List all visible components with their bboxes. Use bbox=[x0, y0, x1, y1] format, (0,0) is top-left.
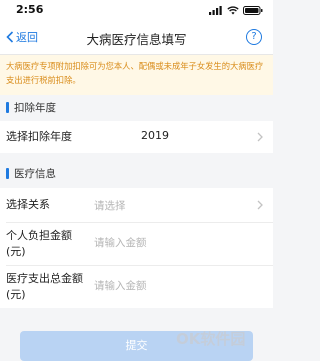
notice-text: 大病医疗专项附加扣除可为您本人、配偶或未成年子女发生的大病医疗支出进行税前扣除。 bbox=[6, 61, 264, 85]
status-bar: 2:56 bbox=[0, 0, 273, 20]
total-amount-row: 医疗支出总金额(元) 请输入金额 bbox=[0, 266, 273, 308]
select-deduction-year-row[interactable]: 选择扣除年度 2019 bbox=[0, 121, 273, 153]
notice-banner: 大病医疗专项附加扣除可为您本人、配偶或未成年子女发生的大病医疗支出进行税前扣除。 bbox=[0, 55, 273, 95]
deduction-year-value: 2019 bbox=[141, 129, 169, 142]
row-label: 个人负担金额(元) bbox=[6, 229, 72, 258]
chevron-right-icon bbox=[257, 200, 263, 210]
watermark-text: OK软件园 bbox=[176, 330, 246, 348]
personal-amount-row: 个人负担金额(元) 请输入金额 bbox=[0, 223, 273, 265]
section-medical-info: 医疗信息 bbox=[0, 163, 273, 185]
total-amount-input[interactable]: 请输入金额 bbox=[94, 278, 147, 293]
row-label: 选择关系 bbox=[6, 198, 50, 211]
help-icon[interactable]: ? bbox=[246, 29, 262, 45]
personal-amount-input[interactable]: 请输入金额 bbox=[94, 235, 147, 250]
relation-select[interactable]: 请选择 bbox=[94, 198, 126, 213]
signal-icon bbox=[209, 5, 222, 15]
battery-icon bbox=[243, 5, 263, 15]
section-marker bbox=[6, 168, 9, 179]
section-marker bbox=[6, 102, 9, 113]
deduction-year-block: 选择扣除年度 2019 bbox=[0, 121, 273, 153]
medical-info-block: 选择关系 请选择 个人负担金额(元) 请输入金额 医疗支出总金额(元) 请输入金… bbox=[0, 188, 273, 308]
chevron-right-icon bbox=[257, 132, 263, 142]
nav-bar: 返回 大病医疗信息填写 ? bbox=[0, 20, 273, 55]
section-deduction-year: 扣除年度 bbox=[0, 97, 273, 119]
row-label: 选择扣除年度 bbox=[6, 130, 72, 143]
status-time: 2:56 bbox=[16, 3, 44, 16]
row-label: 医疗支出总金额(元) bbox=[6, 272, 83, 301]
status-icons bbox=[209, 5, 263, 15]
wifi-icon bbox=[227, 5, 239, 14]
section-title: 扣除年度 bbox=[14, 102, 56, 114]
select-relation-row[interactable]: 选择关系 请选择 bbox=[0, 188, 273, 222]
section-title: 医疗信息 bbox=[14, 168, 56, 180]
page-title: 大病医疗信息填写 bbox=[86, 32, 187, 47]
watermark: OK软件园 bbox=[176, 326, 268, 354]
